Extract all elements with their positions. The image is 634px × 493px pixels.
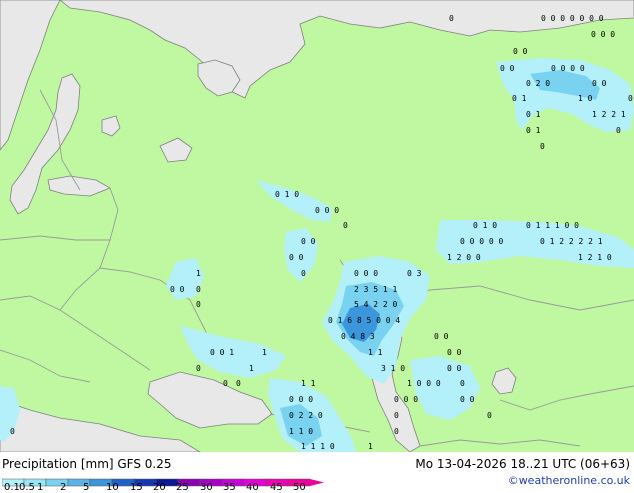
precip-value-label: 1 1 (368, 348, 383, 357)
precip-value-label: 1 2 2 1 (592, 110, 626, 119)
precip-value-label: 0 (628, 94, 633, 103)
precip-value-label: 0 0 (500, 64, 515, 73)
precip-value-label: 0 (223, 379, 228, 388)
legend-label: 40 (246, 482, 259, 493)
legend-label: 15 (130, 482, 143, 493)
precip-value-label: 0 0 0 (591, 30, 615, 39)
precip-value-label: 0 (394, 427, 399, 436)
precip-value-label: 0 (460, 379, 465, 388)
precip-value-label: 1 1 (301, 379, 316, 388)
precip-value-label: 0 0 0 (394, 395, 418, 404)
precip-value-label: 0 0 (447, 348, 462, 357)
precip-value-label: 1 (249, 364, 254, 373)
precip-value-label: 0 0 (460, 395, 475, 404)
legend-labels: 0.1 0.5 1 2 5 10 15 20 25 30 35 40 45 50 (2, 482, 342, 493)
legend-label: 1 (37, 482, 44, 493)
precip-value-label: 0 0 1 (210, 348, 234, 357)
map-canvas: 00 0 0 0 0 0 00 0 00 00 00 0 0 00 2 00 0… (0, 0, 634, 452)
precip-value-label: 1 (196, 269, 201, 278)
precip-value-label: 0 2 2 0 (289, 411, 323, 420)
precip-value-label: 0 0 0 0 0 0 0 (541, 14, 604, 23)
precip-value-label: 0 0 (592, 79, 607, 88)
precip-value-label: 0 (196, 300, 201, 309)
precip-value-label: 0 1 0 (275, 190, 299, 199)
precip-value-label: 0 0 0 0 (551, 64, 585, 73)
legend-label: 35 (223, 482, 236, 493)
precip-value-label: 1 (368, 442, 373, 451)
precip-value-label: 1 0 0 0 (407, 379, 441, 388)
legend-label: 0.5 (19, 482, 35, 493)
legend-label: 50 (293, 482, 306, 493)
map-title: Precipitation [mm] GFS 0.25 (2, 457, 172, 471)
legend-label: 25 (176, 482, 189, 493)
precip-value-label: 0 1 1 1 0 0 (526, 221, 579, 230)
precip-value-label: 0 (10, 427, 15, 436)
precip-value-label: 1 0 (578, 94, 593, 103)
legend-label: 0.1 (4, 482, 20, 493)
precip-value-label: 0 1 6 8 5 0 0 4 (328, 316, 400, 325)
precip-value-label: 0 0 (170, 285, 185, 294)
precip-value-label: 1 2 0 0 (447, 253, 481, 262)
precip-value-label: 2 3 5 1 1 (354, 285, 398, 294)
legend-label: 2 (60, 482, 67, 493)
precip-value-label: 0 0 (513, 47, 528, 56)
precip-value-label: 0 1 (512, 94, 527, 103)
credit-link[interactable]: ©weatheronline.co.uk (508, 474, 630, 487)
legend-label: 30 (200, 482, 213, 493)
precip-value-label: 0 0 0 (354, 269, 378, 278)
precip-value-label: 0 0 0 (315, 206, 339, 215)
precip-value-label: 0 (236, 379, 241, 388)
precip-value-label: 0 (196, 364, 201, 373)
precip-value-label: 0 0 (289, 253, 304, 262)
precip-value-label: 0 (616, 126, 621, 135)
map-footer: Precipitation [mm] GFS 0.25 Mo 13-04-202… (0, 452, 634, 493)
precip-value-label: 0 (394, 411, 399, 420)
precip-value-label: 0 1 0 (473, 221, 497, 230)
precip-value-label: 1 1 1 0 (301, 442, 335, 451)
precip-legend: 0.1 0.5 1 2 5 10 15 20 25 30 35 40 45 50 (1, 473, 332, 493)
precip-value-label: 1 (262, 348, 267, 357)
precip-value-label: 0 0 0 0 0 (460, 237, 504, 246)
legend-label: 5 (83, 482, 90, 493)
precip-value-label: 0 (343, 221, 348, 230)
precip-value-label: 0 (487, 411, 492, 420)
forecast-datetime: Mo 13-04-2026 18..21 UTC (06+63) (415, 457, 630, 471)
precip-value-label: 0 0 0 (289, 395, 313, 404)
precip-value-label: 1 2 1 0 (578, 253, 612, 262)
precip-value-label: 3 1 0 (381, 364, 405, 373)
legend-label: 20 (153, 482, 166, 493)
precip-value-label: 0 0 (447, 364, 462, 373)
precip-value-label: 0 3 (407, 269, 422, 278)
precip-value-label: 5 4 2 2 0 (354, 300, 398, 309)
precip-value-label: 0 0 (301, 237, 316, 246)
precip-value-label: 0 2 0 (526, 79, 550, 88)
precip-value-label: 0 1 (526, 110, 541, 119)
legend-label: 45 (270, 482, 283, 493)
precip-value-label: 0 0 (434, 332, 449, 341)
precip-value-label: 0 1 (526, 126, 541, 135)
precipitation-map: 00 0 0 0 0 0 00 0 00 00 00 0 0 00 2 00 0… (0, 0, 634, 452)
precip-value-label: 0 (196, 285, 201, 294)
precip-value-label: 0 (301, 269, 306, 278)
precip-value-label: 0 (540, 142, 545, 151)
precip-value-label: 0 (449, 14, 454, 23)
precip-value-label: 0 4 8 3 (341, 332, 375, 341)
legend-label: 10 (106, 482, 119, 493)
precip-value-label: 0 1 2 2 2 2 1 (540, 237, 603, 246)
precip-value-label: 1 1 0 (289, 427, 313, 436)
